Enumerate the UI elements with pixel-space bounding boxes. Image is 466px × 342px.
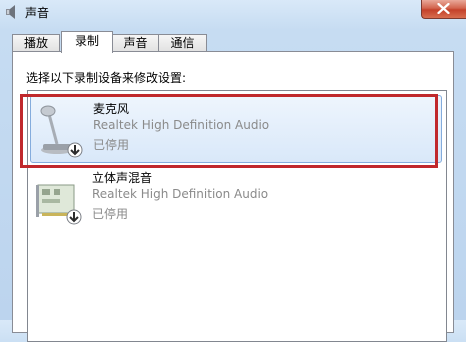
- recording-panel: 选择以下录制设备来修改设置: 麦克风 Realtek High Definiti…: [12, 51, 454, 342]
- tab-sounds[interactable]: 声音: [111, 34, 160, 52]
- sound-card-icon: [34, 169, 86, 229]
- device-name: 麦克风: [93, 102, 130, 116]
- device-item-microphone[interactable]: 麦克风 Realtek High Definition Audio 已停用: [30, 95, 442, 163]
- device-list[interactable]: 麦克风 Realtek High Definition Audio 已停用 立体…: [27, 90, 447, 342]
- device-status: 已停用: [92, 207, 129, 221]
- device-driver: Realtek High Definition Audio: [93, 118, 270, 132]
- close-button[interactable]: [421, 0, 466, 19]
- title-bar: 声音: [0, 0, 466, 26]
- microphone-icon: [35, 100, 87, 160]
- close-icon: [437, 3, 450, 14]
- speaker-icon: [4, 4, 20, 20]
- tab-playback[interactable]: 播放: [12, 34, 60, 52]
- device-driver: Realtek High Definition Audio: [92, 187, 269, 201]
- instruction-label: 选择以下录制设备来修改设置:: [26, 71, 187, 85]
- tab-communications[interactable]: 通信: [158, 34, 207, 52]
- tab-recording[interactable]: 录制: [61, 31, 113, 53]
- device-name: 立体声混音: [92, 171, 153, 185]
- device-item-stereo-mix[interactable]: 立体声混音 Realtek High Definition Audio 已停用: [30, 165, 442, 233]
- window-title: 声音: [25, 6, 50, 20]
- device-status: 已停用: [93, 138, 130, 152]
